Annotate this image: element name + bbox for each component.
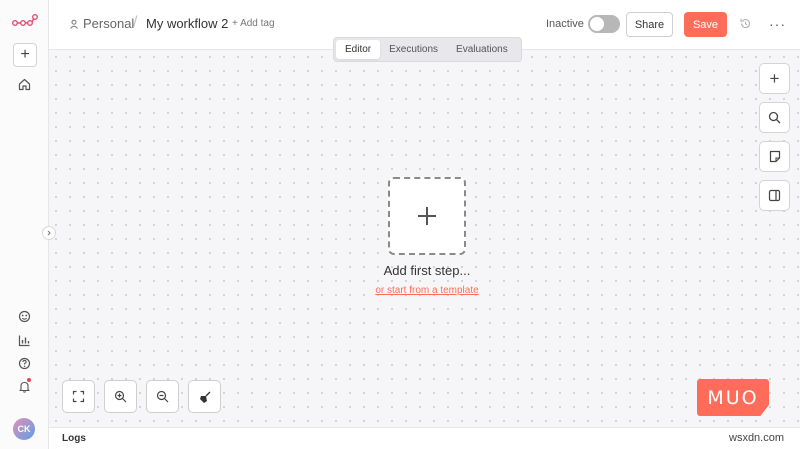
save-button[interactable]: Save: [684, 12, 727, 37]
tab-editor[interactable]: Editor: [336, 40, 381, 59]
user-avatar[interactable]: CK: [13, 418, 35, 440]
templates-icon[interactable]: [16, 308, 33, 325]
zoom-in-icon: [114, 390, 127, 403]
zoom-out-icon: [156, 390, 169, 403]
n8n-logo-icon[interactable]: [12, 14, 39, 33]
workflow-status-label: Inactive: [546, 18, 584, 30]
toggle-knob: [590, 17, 604, 31]
fit-view-button[interactable]: [62, 380, 95, 413]
sticky-note-button[interactable]: [759, 141, 790, 172]
share-button[interactable]: Share: [626, 12, 673, 37]
sidebar-expand-button[interactable]: [42, 226, 56, 240]
project-name: Personal: [83, 16, 135, 31]
breadcrumb-separator: /: [133, 14, 138, 31]
fullscreen-icon: [72, 390, 85, 403]
tab-executions[interactable]: Executions: [380, 40, 447, 59]
start-from-template-link[interactable]: or start from a template: [340, 285, 514, 296]
watermark-site: wsxdn.com: [729, 432, 785, 444]
chevron-right-icon: [47, 230, 51, 236]
add-first-step-label: Add first step...: [383, 263, 471, 278]
plus-icon: +: [20, 46, 30, 63]
help-icon[interactable]: [16, 355, 33, 372]
tab-evaluations[interactable]: Evaluations: [447, 40, 517, 59]
create-button[interactable]: +: [13, 43, 37, 67]
add-first-step-button[interactable]: [388, 177, 466, 255]
history-icon[interactable]: [739, 17, 752, 35]
plus-icon: [418, 207, 436, 225]
zoom-in-button[interactable]: [104, 380, 137, 413]
add-node-button[interactable]: +: [759, 63, 790, 94]
panel-icon: [768, 189, 781, 202]
logs-label: Logs: [62, 433, 86, 444]
plus-icon: +: [769, 69, 780, 88]
zoom-out-button[interactable]: [146, 380, 179, 413]
active-toggle[interactable]: [588, 15, 620, 33]
search-icon: [768, 111, 781, 124]
broom-icon: [199, 391, 210, 403]
more-options-icon[interactable]: ···: [769, 16, 786, 32]
home-icon[interactable]: [16, 76, 33, 93]
watermark-brand: MUO: [707, 386, 759, 409]
logs-panel-bar[interactable]: Logs wsxdn.com: [49, 427, 800, 449]
insights-chart-icon[interactable]: [16, 332, 33, 349]
search-nodes-button[interactable]: [759, 102, 790, 133]
view-tabs: Editor Executions Evaluations: [333, 37, 522, 62]
workflow-name[interactable]: My workflow 2: [146, 16, 228, 31]
breadcrumb-project[interactable]: Personal: [69, 16, 134, 31]
sticky-note-icon: [769, 150, 780, 163]
add-tag-button[interactable]: + Add tag: [232, 18, 275, 29]
notification-dot: [27, 378, 31, 382]
tidy-up-button[interactable]: [188, 380, 221, 413]
user-icon: [70, 19, 78, 29]
muo-watermark-logo: MUO: [697, 379, 769, 416]
left-sidebar: + CK: [0, 0, 49, 449]
toggle-panel-button[interactable]: [759, 180, 790, 211]
